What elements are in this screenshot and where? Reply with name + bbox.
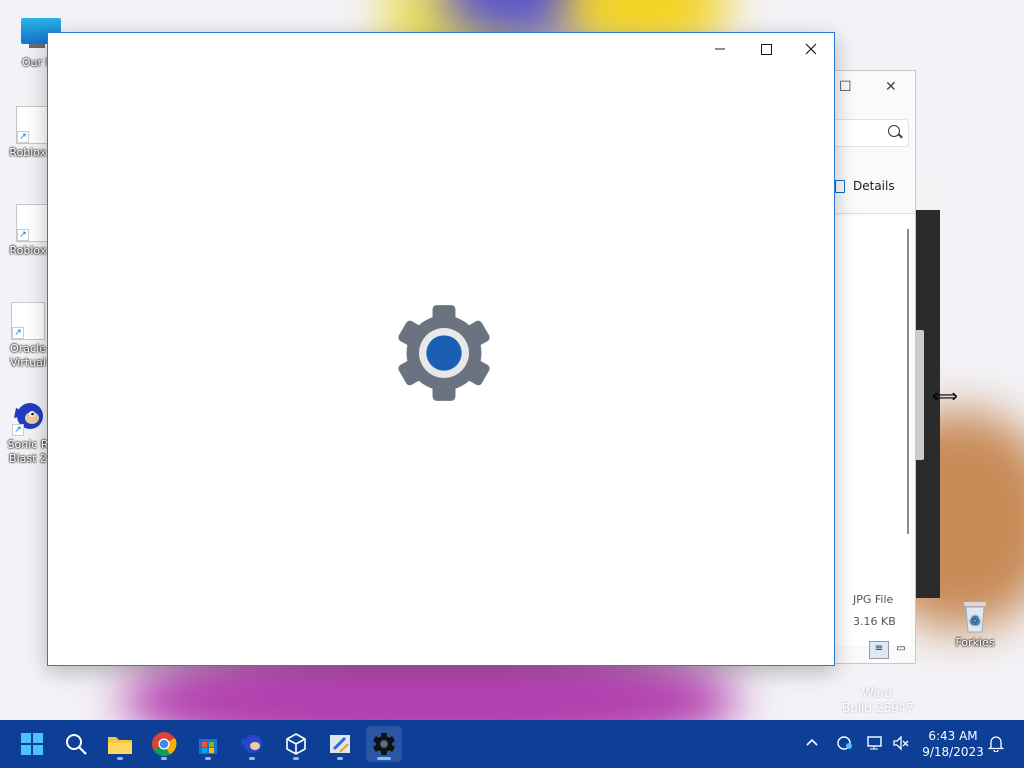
- chrome-icon: [152, 732, 177, 757]
- restore-icon[interactable]: ☐: [839, 79, 852, 95]
- settings-gear-icon: [398, 305, 490, 401]
- taskbar-virtualbox[interactable]: [278, 726, 314, 762]
- desktop-icon-sonic[interactable]: ↗ Sonic R Blast 2: [4, 400, 52, 466]
- desktop-icon-recycle-bin[interactable]: ♻ Forkies: [946, 598, 1004, 650]
- desktop-icon-virtualbox[interactable]: ↗ Oracle Virtual: [4, 302, 52, 370]
- network-icon: [867, 736, 882, 750]
- clock-time: 6:43 AM: [928, 729, 978, 743]
- notifications-button[interactable]: [987, 734, 1005, 755]
- bell-icon: [987, 736, 1005, 753]
- minimize-icon: [715, 48, 725, 50]
- taskbar-start-button[interactable]: [14, 726, 50, 762]
- close-icon[interactable]: ✕: [885, 79, 897, 95]
- network-button[interactable]: [866, 734, 884, 755]
- svg-text:♻: ♻: [970, 614, 981, 628]
- tool-icon: [330, 735, 350, 753]
- search-icon: [888, 125, 900, 137]
- store-icon: [199, 739, 217, 754]
- preview-pane: [835, 216, 911, 646]
- sonic-icon: [241, 735, 262, 753]
- recycle-bin-icon: ♻: [959, 598, 991, 634]
- settings-window[interactable]: [47, 32, 835, 666]
- details-view-button[interactable]: ≡: [869, 641, 889, 659]
- tray-app-icon: [837, 736, 852, 750]
- taskbar-chrome[interactable]: [146, 726, 182, 762]
- taskbar-file-explorer[interactable]: [102, 726, 138, 762]
- maximize-icon: [760, 43, 772, 55]
- sonic-shortcut-icon: ↗: [12, 400, 44, 436]
- clock-date: 9/18/2023: [922, 745, 984, 759]
- volume-muted-icon: [893, 735, 909, 751]
- file-size-text: 3.16 KB: [853, 615, 896, 628]
- volume-button[interactable]: [892, 734, 910, 755]
- watermark-line1: Wind: [861, 686, 892, 700]
- clock[interactable]: 6:43 AM 9/18/2023: [918, 728, 988, 760]
- search-box[interactable]: [829, 119, 909, 147]
- details-pane-icon: [835, 180, 845, 193]
- tray-update-icon-button[interactable]: [836, 734, 854, 755]
- folder-icon: [108, 737, 132, 754]
- details-button[interactable]: Details: [853, 179, 895, 193]
- watermark-line2: Build 25947: [841, 701, 914, 715]
- resize-cursor-icon: ⟺: [932, 386, 958, 407]
- toolbar-divider: [821, 213, 915, 214]
- minimize-button[interactable]: [697, 33, 743, 65]
- taskbar-settings[interactable]: [366, 726, 402, 762]
- search-icon: [66, 734, 87, 755]
- close-button[interactable]: [788, 33, 834, 65]
- chevron-up-icon: [806, 738, 818, 746]
- taskbar-sonic[interactable]: [234, 726, 270, 762]
- maximize-button[interactable]: [743, 33, 789, 65]
- cube-icon: [286, 733, 306, 755]
- roblox-studio-shortcut-icon: ↗: [16, 106, 50, 144]
- taskbar-search-button[interactable]: [58, 726, 94, 762]
- close-icon: [805, 43, 817, 55]
- file-type-text: JPG File: [853, 593, 894, 606]
- gear-icon: [373, 732, 395, 756]
- scrollbar[interactable]: [907, 229, 909, 534]
- windows-start-icon: [21, 733, 43, 755]
- large-icons-view-button[interactable]: ▭: [891, 641, 911, 659]
- show-hidden-icons-button[interactable]: [804, 734, 820, 753]
- taskbar-store[interactable]: [190, 726, 226, 762]
- taskbar-app[interactable]: [322, 726, 358, 762]
- virtualbox-shortcut-icon: ↗: [11, 302, 45, 340]
- roblox-player-shortcut-icon: ↗: [16, 204, 50, 242]
